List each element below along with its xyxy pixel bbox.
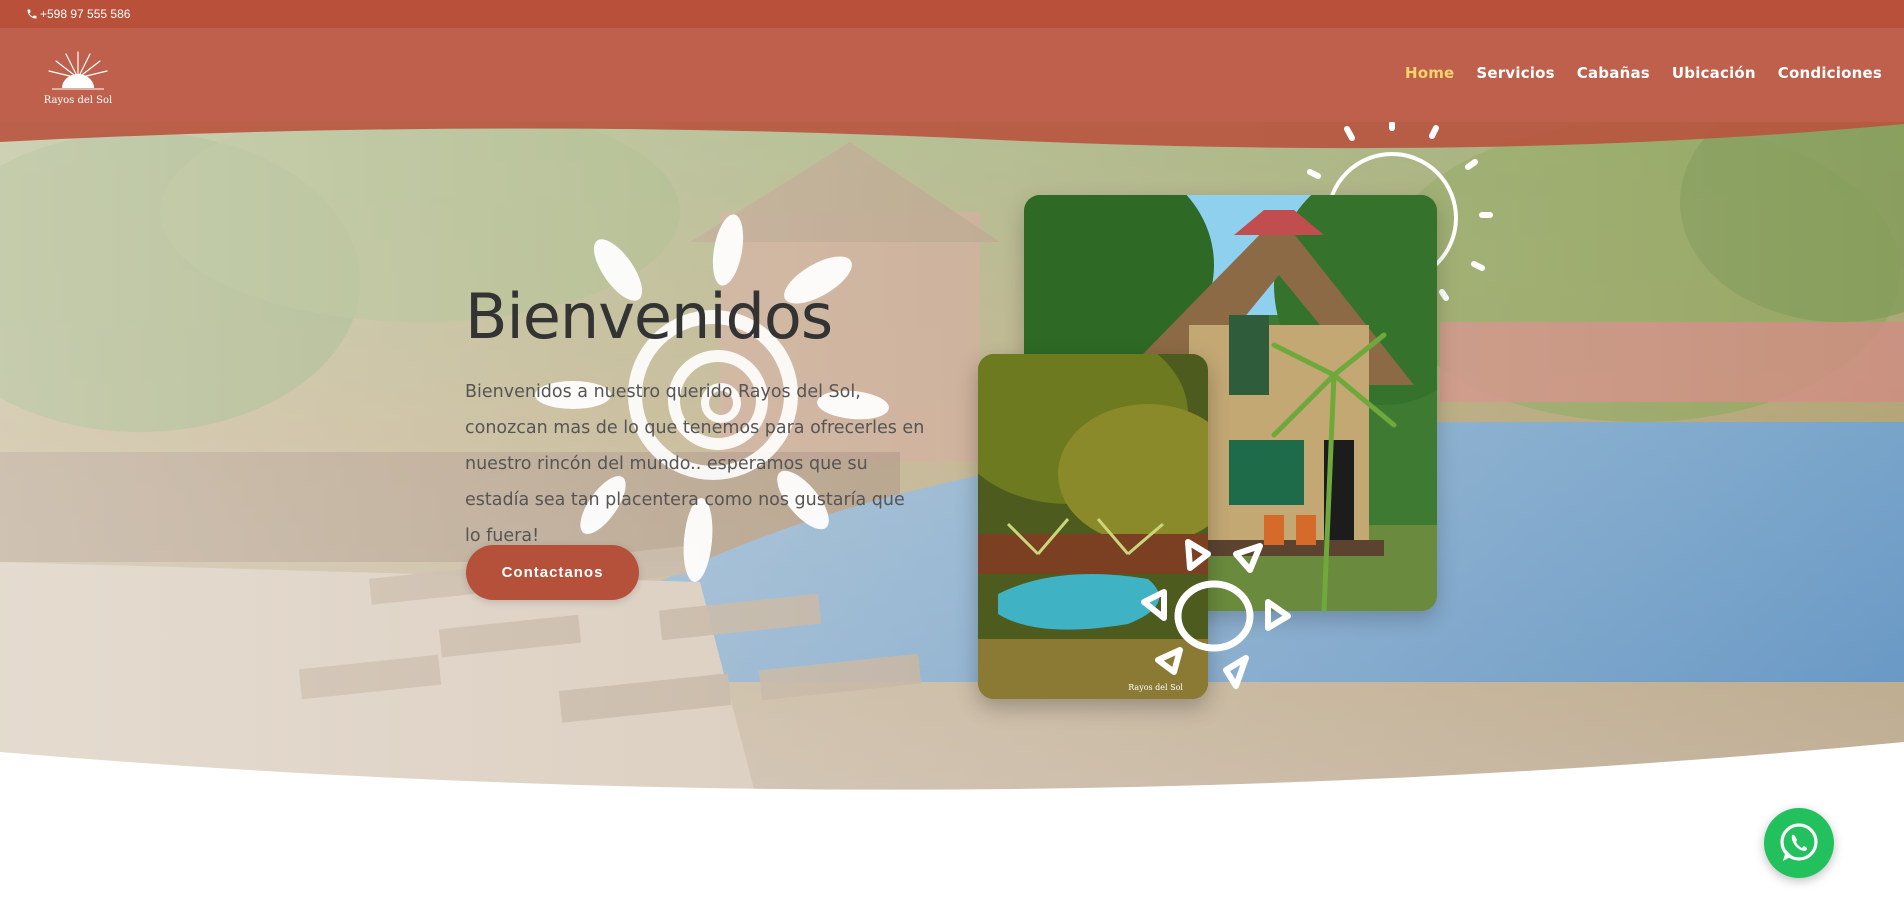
top-contact-bar: +598 97 555 586 (0, 0, 1904, 28)
phone-icon (27, 9, 37, 19)
hero-title: Bienvenidos (465, 280, 833, 353)
site-header: Rayos del Sol Home Servicios Cabañas Ubi… (0, 28, 1904, 122)
nav-servicios[interactable]: Servicios (1476, 64, 1554, 82)
sun-triangles-icon (1141, 539, 1291, 689)
site-logo[interactable]: Rayos del Sol (38, 48, 118, 110)
nav-condiciones[interactable]: Condiciones (1778, 64, 1882, 82)
hero-section: Bienvenidos Bienvenidos a nuestro querid… (0, 122, 1904, 812)
sun-logo-icon: Rayos del Sol (44, 51, 112, 106)
phone-number[interactable]: +598 97 555 586 (40, 7, 130, 21)
main-nav: Home Servicios Cabañas Ubicación Condici… (1383, 64, 1882, 82)
whatsapp-icon (1780, 823, 1818, 861)
bottom-wave-divider (0, 742, 1904, 812)
contact-button[interactable]: Contactanos (466, 545, 639, 600)
nav-ubicacion[interactable]: Ubicación (1672, 64, 1756, 82)
hero-intro: Bienvenidos a nuestro querido Rayos del … (465, 382, 925, 546)
logo-text: Rayos del Sol (44, 95, 112, 106)
hero-overlay (0, 122, 1904, 812)
whatsapp-button[interactable] (1764, 808, 1834, 878)
top-wave-divider (0, 122, 1904, 149)
nav-cabanas[interactable]: Cabañas (1577, 64, 1650, 82)
nav-home[interactable]: Home (1405, 64, 1454, 82)
